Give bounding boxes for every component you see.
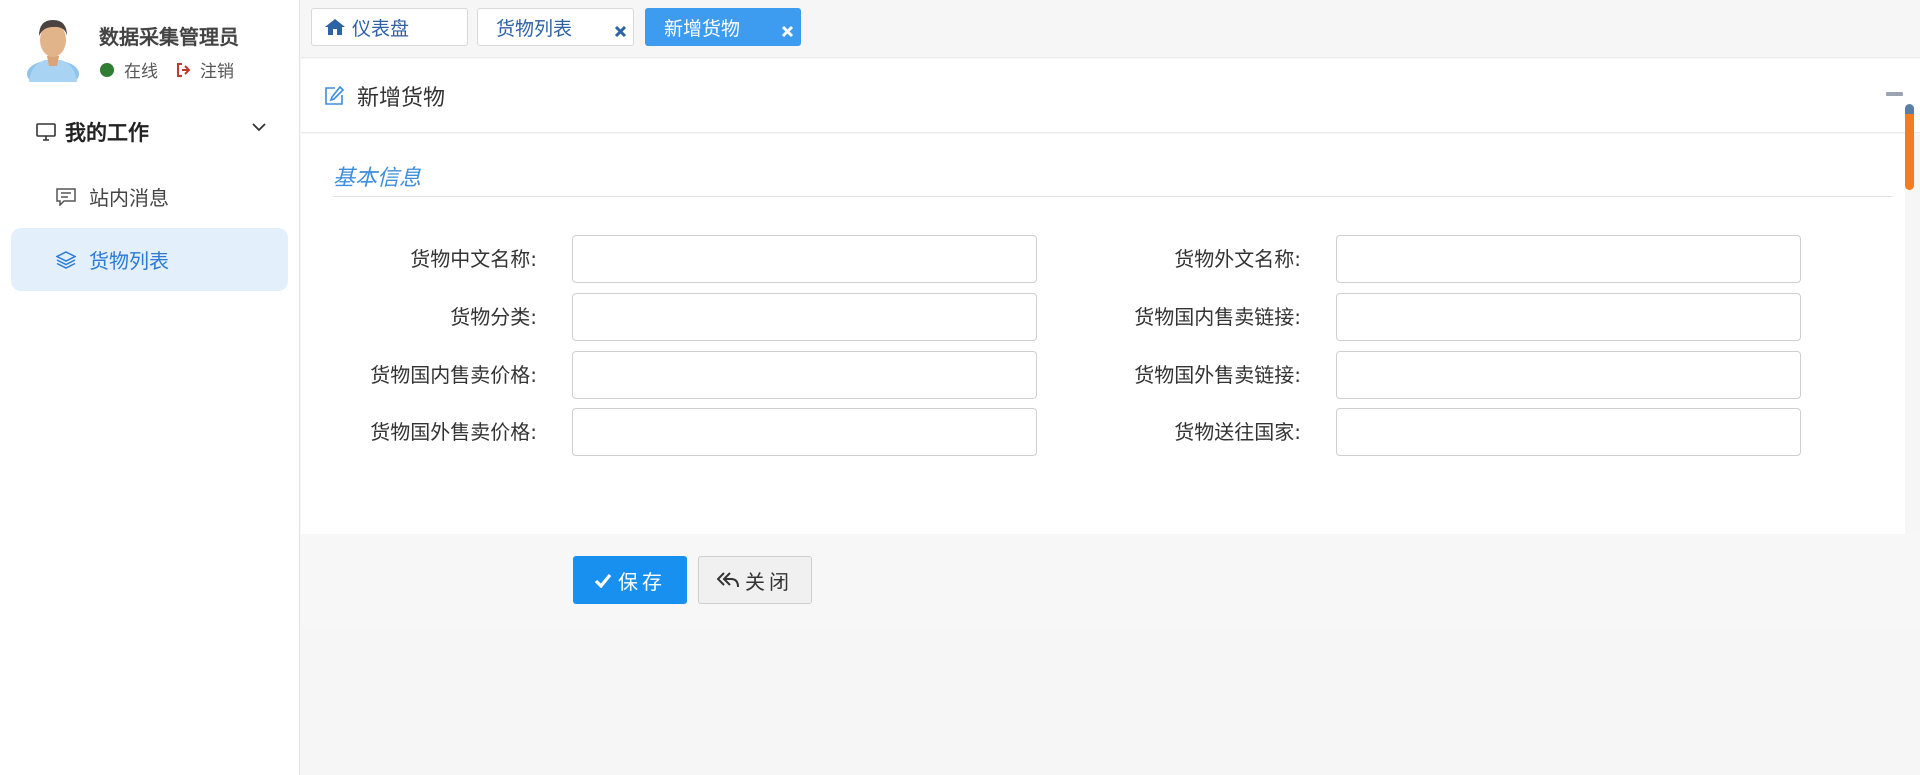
layers-icon xyxy=(56,250,76,269)
panel-header: 新增货物 xyxy=(301,59,1920,133)
menu-group-title: 我的工作 xyxy=(65,121,149,145)
section-title: 基本信息 xyxy=(333,166,422,191)
tab-label: 仪表盘 xyxy=(352,17,410,40)
foreign-price-field[interactable] xyxy=(572,408,1037,456)
category-field[interactable] xyxy=(572,293,1037,341)
field-label-cn-name: 货物中文名称: xyxy=(410,247,537,271)
field-label-foreign-price: 货物国外售卖价格: xyxy=(370,420,537,444)
home-icon xyxy=(325,19,345,35)
foreign-name-field[interactable] xyxy=(1336,235,1801,283)
logout-link[interactable]: 注销 xyxy=(200,57,234,82)
content-background xyxy=(301,629,1920,775)
field-label-domestic-price: 货物国内售卖价格: xyxy=(370,363,537,387)
reply-all-icon xyxy=(717,572,739,588)
edit-icon xyxy=(323,85,345,107)
user-status: 在线 注销 xyxy=(99,57,234,82)
field-label-destination: 货物送往国家: xyxy=(1174,420,1301,444)
foreign-link-field[interactable] xyxy=(1336,351,1801,399)
section-divider xyxy=(333,196,1893,197)
cn-name-field[interactable] xyxy=(572,235,1037,283)
close-label: 关闭 xyxy=(745,569,793,594)
message-icon xyxy=(56,187,76,206)
scrollbar[interactable] xyxy=(1905,104,1914,190)
field-label-foreign-name: 货物外文名称: xyxy=(1174,247,1301,271)
avatar xyxy=(27,20,79,82)
online-status-dot xyxy=(100,62,114,77)
tab-goods-list[interactable]: 货物列表 xyxy=(477,8,634,46)
close-icon[interactable] xyxy=(614,21,627,43)
online-status-label: 在线 xyxy=(124,62,158,82)
tab-dashboard[interactable]: 仪表盘 xyxy=(311,8,468,46)
tab-label: 货物列表 xyxy=(496,17,573,40)
tabs-bar: 仪表盘 货物列表 新增货物 xyxy=(301,0,1920,58)
user-name: 数据采集管理员 xyxy=(99,25,239,49)
check-icon xyxy=(594,573,612,588)
chevron-down-icon xyxy=(252,123,266,132)
logout-icon[interactable] xyxy=(176,62,192,77)
save-button[interactable]: 保存 xyxy=(573,556,687,604)
field-label-domestic-link: 货物国内售卖链接: xyxy=(1134,305,1301,329)
field-label-category: 货物分类: xyxy=(450,305,537,329)
user-panel: 数据采集管理员 在线 注销 xyxy=(25,12,295,86)
goods-form: 基本信息 货物中文名称: 货物分类: 货物国内售卖价格: 货物国外售卖价格: 货… xyxy=(301,134,1905,534)
tab-label: 新增货物 xyxy=(664,17,741,40)
page-title: 新增货物 xyxy=(357,85,446,111)
domestic-link-field[interactable] xyxy=(1336,293,1801,341)
save-label: 保存 xyxy=(618,569,666,594)
sidebar-item-label: 站内消息 xyxy=(89,186,169,210)
close-icon[interactable] xyxy=(781,21,794,43)
sidebar-item-label: 货物列表 xyxy=(89,249,169,273)
collapse-button[interactable] xyxy=(1886,92,1903,96)
field-label-foreign-link: 货物国外售卖链接: xyxy=(1134,363,1301,387)
close-button[interactable]: 关闭 xyxy=(698,556,812,604)
destination-field[interactable] xyxy=(1336,408,1801,456)
tab-add-goods[interactable]: 新增货物 xyxy=(645,8,801,46)
menu-group-my-work[interactable]: 我的工作 xyxy=(36,116,266,148)
domestic-price-field[interactable] xyxy=(572,351,1037,399)
form-actions: 保存 关闭 xyxy=(301,534,1920,629)
sidebar-item-messages[interactable]: 站内消息 xyxy=(11,165,288,228)
monitor-icon xyxy=(36,123,56,141)
